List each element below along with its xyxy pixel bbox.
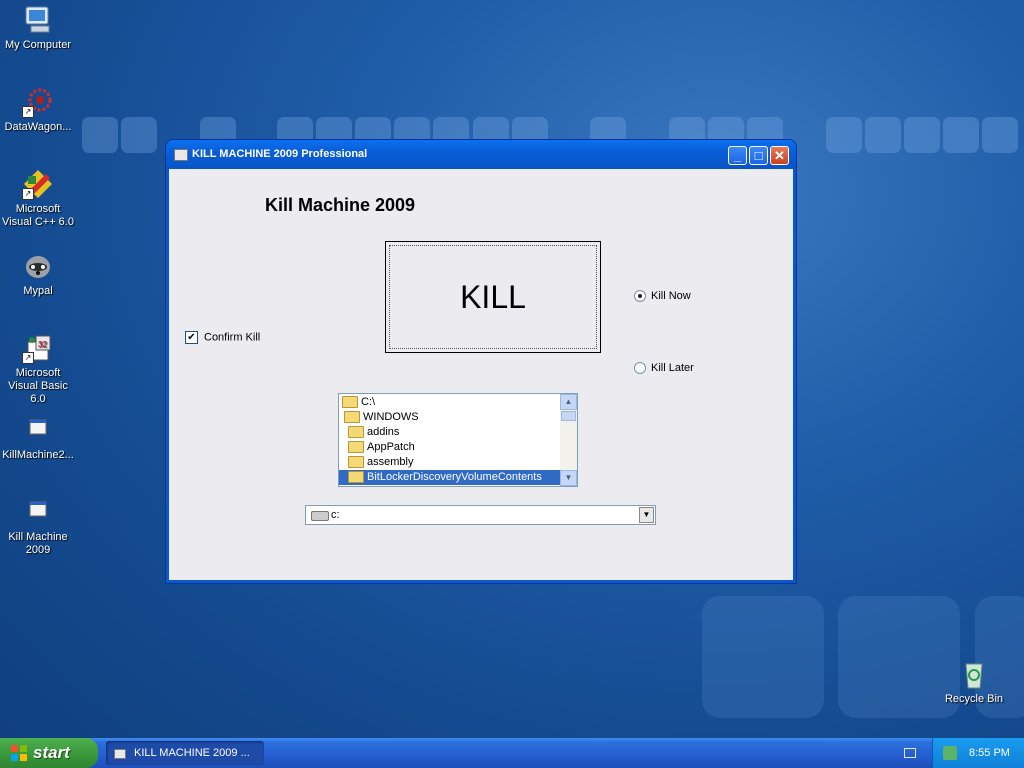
drive-value: c: xyxy=(331,509,340,521)
desktop-icon-label: My Computer xyxy=(4,39,72,51)
computer-icon xyxy=(22,4,54,36)
visual-cpp-icon: ↗ xyxy=(22,168,54,200)
desktop-icon-label: Microsoft Visual C++ 6.0 xyxy=(2,203,74,228)
datawagon-icon: ↗ xyxy=(22,86,54,118)
desktop-icon-visual-basic[interactable]: 32 ↗ Microsoft Visual Basic 6.0 xyxy=(0,332,76,406)
radio-unselected-icon xyxy=(634,362,646,375)
taskbar-item-kill-machine[interactable]: KILL MACHINE 2009 ... xyxy=(106,741,264,765)
radio-kill-later[interactable]: Kill Later xyxy=(634,362,694,375)
drive-icon xyxy=(311,511,329,521)
app-window-icon xyxy=(114,749,126,759)
dir-item-addins[interactable]: addins xyxy=(348,425,399,440)
desktop-icon-label: Microsoft Visual Basic 6.0 xyxy=(8,367,68,405)
system-tray: 8:55 PM xyxy=(932,738,1024,768)
desktop-icon-label: Mypal xyxy=(23,285,53,297)
dir-item-apppatch[interactable]: AppPatch xyxy=(348,440,415,455)
desktop-icon-mypal[interactable]: Mypal xyxy=(0,250,76,298)
desktop-icon-datawagon[interactable]: ↗ DataWagon... xyxy=(0,86,76,134)
application-icon xyxy=(22,414,54,446)
directory-list[interactable]: C:\ WINDOWS addins AppPatch assembly Bit… xyxy=(338,393,578,487)
confirm-kill-label: Confirm Kill xyxy=(204,331,261,344)
taskbar: start KILL MACHINE 2009 ... 8:55 PM xyxy=(0,738,1024,768)
folder-icon xyxy=(348,441,364,454)
kill-later-label: Kill Later xyxy=(651,362,694,374)
app-window-icon xyxy=(174,149,188,161)
open-folder-icon xyxy=(342,396,358,409)
desktop-icon-label: Recycle Bin xyxy=(944,693,1004,705)
desktop-decoration xyxy=(826,117,862,153)
desktop-icon-label: KillMachine2... xyxy=(2,449,74,461)
dir-item-bitlocker[interactable]: BitLockerDiscoveryVolumeContents xyxy=(339,470,561,485)
close-button[interactable]: ✕ xyxy=(770,146,789,165)
shortcut-arrow-icon: ↗ xyxy=(22,188,34,200)
dir-item-assembly[interactable]: assembly xyxy=(348,455,413,470)
scroll-up-button[interactable]: ▲ xyxy=(560,394,577,410)
visual-basic-icon: 32 ↗ xyxy=(22,332,54,364)
window-client-area: Kill Machine 2009 KILL ✔ Confirm Kill Kil… xyxy=(169,169,793,580)
taskbar-item-label: KILL MACHINE 2009 ... xyxy=(134,747,250,759)
scroll-thumb[interactable] xyxy=(561,411,576,421)
open-folder-icon xyxy=(344,411,360,424)
desktop-icon-killmachine-exe[interactable]: KillMachine2... xyxy=(0,414,76,462)
desktop-decoration xyxy=(82,117,118,153)
svg-text:32: 32 xyxy=(38,340,47,349)
desktop-icon-recycle-bin[interactable]: Recycle Bin xyxy=(936,658,1012,706)
maximize-button[interactable]: □ xyxy=(749,146,768,165)
confirm-kill-checkbox[interactable]: ✔ Confirm Kill xyxy=(185,331,260,344)
folder-icon xyxy=(348,471,364,484)
drive-combobox[interactable]: c: ▼ xyxy=(305,505,656,525)
keyboard-icon[interactable] xyxy=(904,748,916,758)
folder-icon xyxy=(348,456,364,469)
shortcut-arrow-icon: ↗ xyxy=(22,106,34,118)
desktop-decoration xyxy=(121,117,157,153)
desktop-decoration xyxy=(865,117,901,153)
window-title-bar[interactable]: KILL MACHINE 2009 Professional _ □ ✕ xyxy=(166,140,796,169)
dropdown-arrow-button[interactable]: ▼ xyxy=(639,507,654,523)
desktop-decoration xyxy=(904,117,940,153)
directory-scrollbar[interactable]: ▲ ▼ xyxy=(560,394,577,486)
dir-item-windows[interactable]: WINDOWS xyxy=(344,410,419,425)
desktop-icon-kill-machine-2009[interactable]: Kill Machine 2009 xyxy=(0,496,76,557)
desktop-icon-visual-cpp[interactable]: ↗ Microsoft Visual C++ 6.0 xyxy=(0,168,76,229)
desktop-decoration xyxy=(943,117,979,153)
desktop-decoration xyxy=(702,596,824,718)
folder-icon xyxy=(348,426,364,439)
kill-machine-window: KILL MACHINE 2009 Professional _ □ ✕ Kil… xyxy=(166,140,796,583)
shortcut-arrow-icon: ↗ xyxy=(22,352,34,364)
windows-logo-icon xyxy=(11,745,27,761)
window-title: KILL MACHINE 2009 Professional xyxy=(192,148,368,160)
desktop-icon-my-computer[interactable]: My Computer xyxy=(0,4,76,52)
kill-button[interactable]: KILL xyxy=(385,241,601,353)
checkbox-check-icon: ✔ xyxy=(185,331,198,344)
desktop-icon-label: DataWagon... xyxy=(4,121,72,133)
dir-item-root[interactable]: C:\ xyxy=(342,395,375,410)
clock[interactable]: 8:55 PM xyxy=(969,747,1010,759)
kill-now-label: Kill Now xyxy=(651,290,691,302)
desktop-decoration xyxy=(982,117,1018,153)
raccoon-icon xyxy=(22,250,54,282)
minimize-button[interactable]: _ xyxy=(728,146,747,165)
radio-kill-now[interactable]: Kill Now xyxy=(634,290,691,303)
start-button[interactable]: start xyxy=(0,738,98,768)
application-icon xyxy=(22,496,54,528)
desktop-icon-label: Kill Machine 2009 xyxy=(8,531,68,556)
radio-selected-icon xyxy=(634,290,646,303)
form-heading: Kill Machine 2009 xyxy=(265,195,416,215)
start-label: start xyxy=(33,743,70,762)
network-icon[interactable] xyxy=(943,746,957,760)
scroll-down-button[interactable]: ▼ xyxy=(560,470,577,486)
kill-button-label: KILL xyxy=(389,245,597,349)
recycle-bin-icon xyxy=(958,658,990,690)
